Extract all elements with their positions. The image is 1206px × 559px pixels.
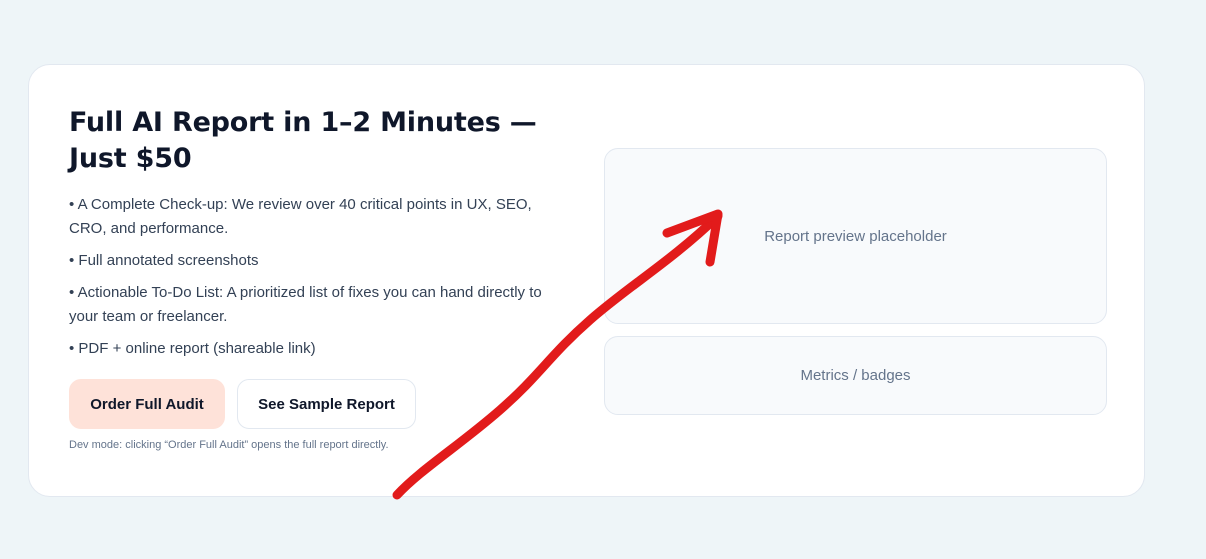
dev-mode-note: Dev mode: clicking “Order Full Audit” op… xyxy=(69,439,389,451)
report-preview-placeholder: Report preview placeholder xyxy=(604,148,1107,324)
feature-item: • Full annotated screenshots xyxy=(69,252,259,269)
metrics-badges-label: Metrics / badges xyxy=(800,367,911,384)
audit-offer-card: Full AI Report in 1–2 Minutes — Just $50… xyxy=(28,64,1145,497)
report-preview-label: Report preview placeholder xyxy=(764,227,947,245)
feature-item: • PDF + online report (shareable link) xyxy=(69,340,316,357)
offer-title: Full AI Report in 1–2 Minutes — Just $50 xyxy=(69,107,537,174)
feature-list: • A Complete Check-up: We review over 40… xyxy=(69,193,569,361)
feature-item: • Actionable To-Do List: A prioritized l… xyxy=(69,284,542,325)
offer-content: Full AI Report in 1–2 Minutes — Just $50… xyxy=(69,105,569,451)
order-full-audit-button[interactable]: Order Full Audit xyxy=(69,379,225,429)
action-buttons: Order Full Audit See Sample Report xyxy=(69,379,569,429)
metrics-badges-placeholder: Metrics / badges xyxy=(604,336,1107,415)
see-sample-report-button[interactable]: See Sample Report xyxy=(237,379,416,429)
feature-item: • A Complete Check-up: We review over 40… xyxy=(69,196,532,237)
